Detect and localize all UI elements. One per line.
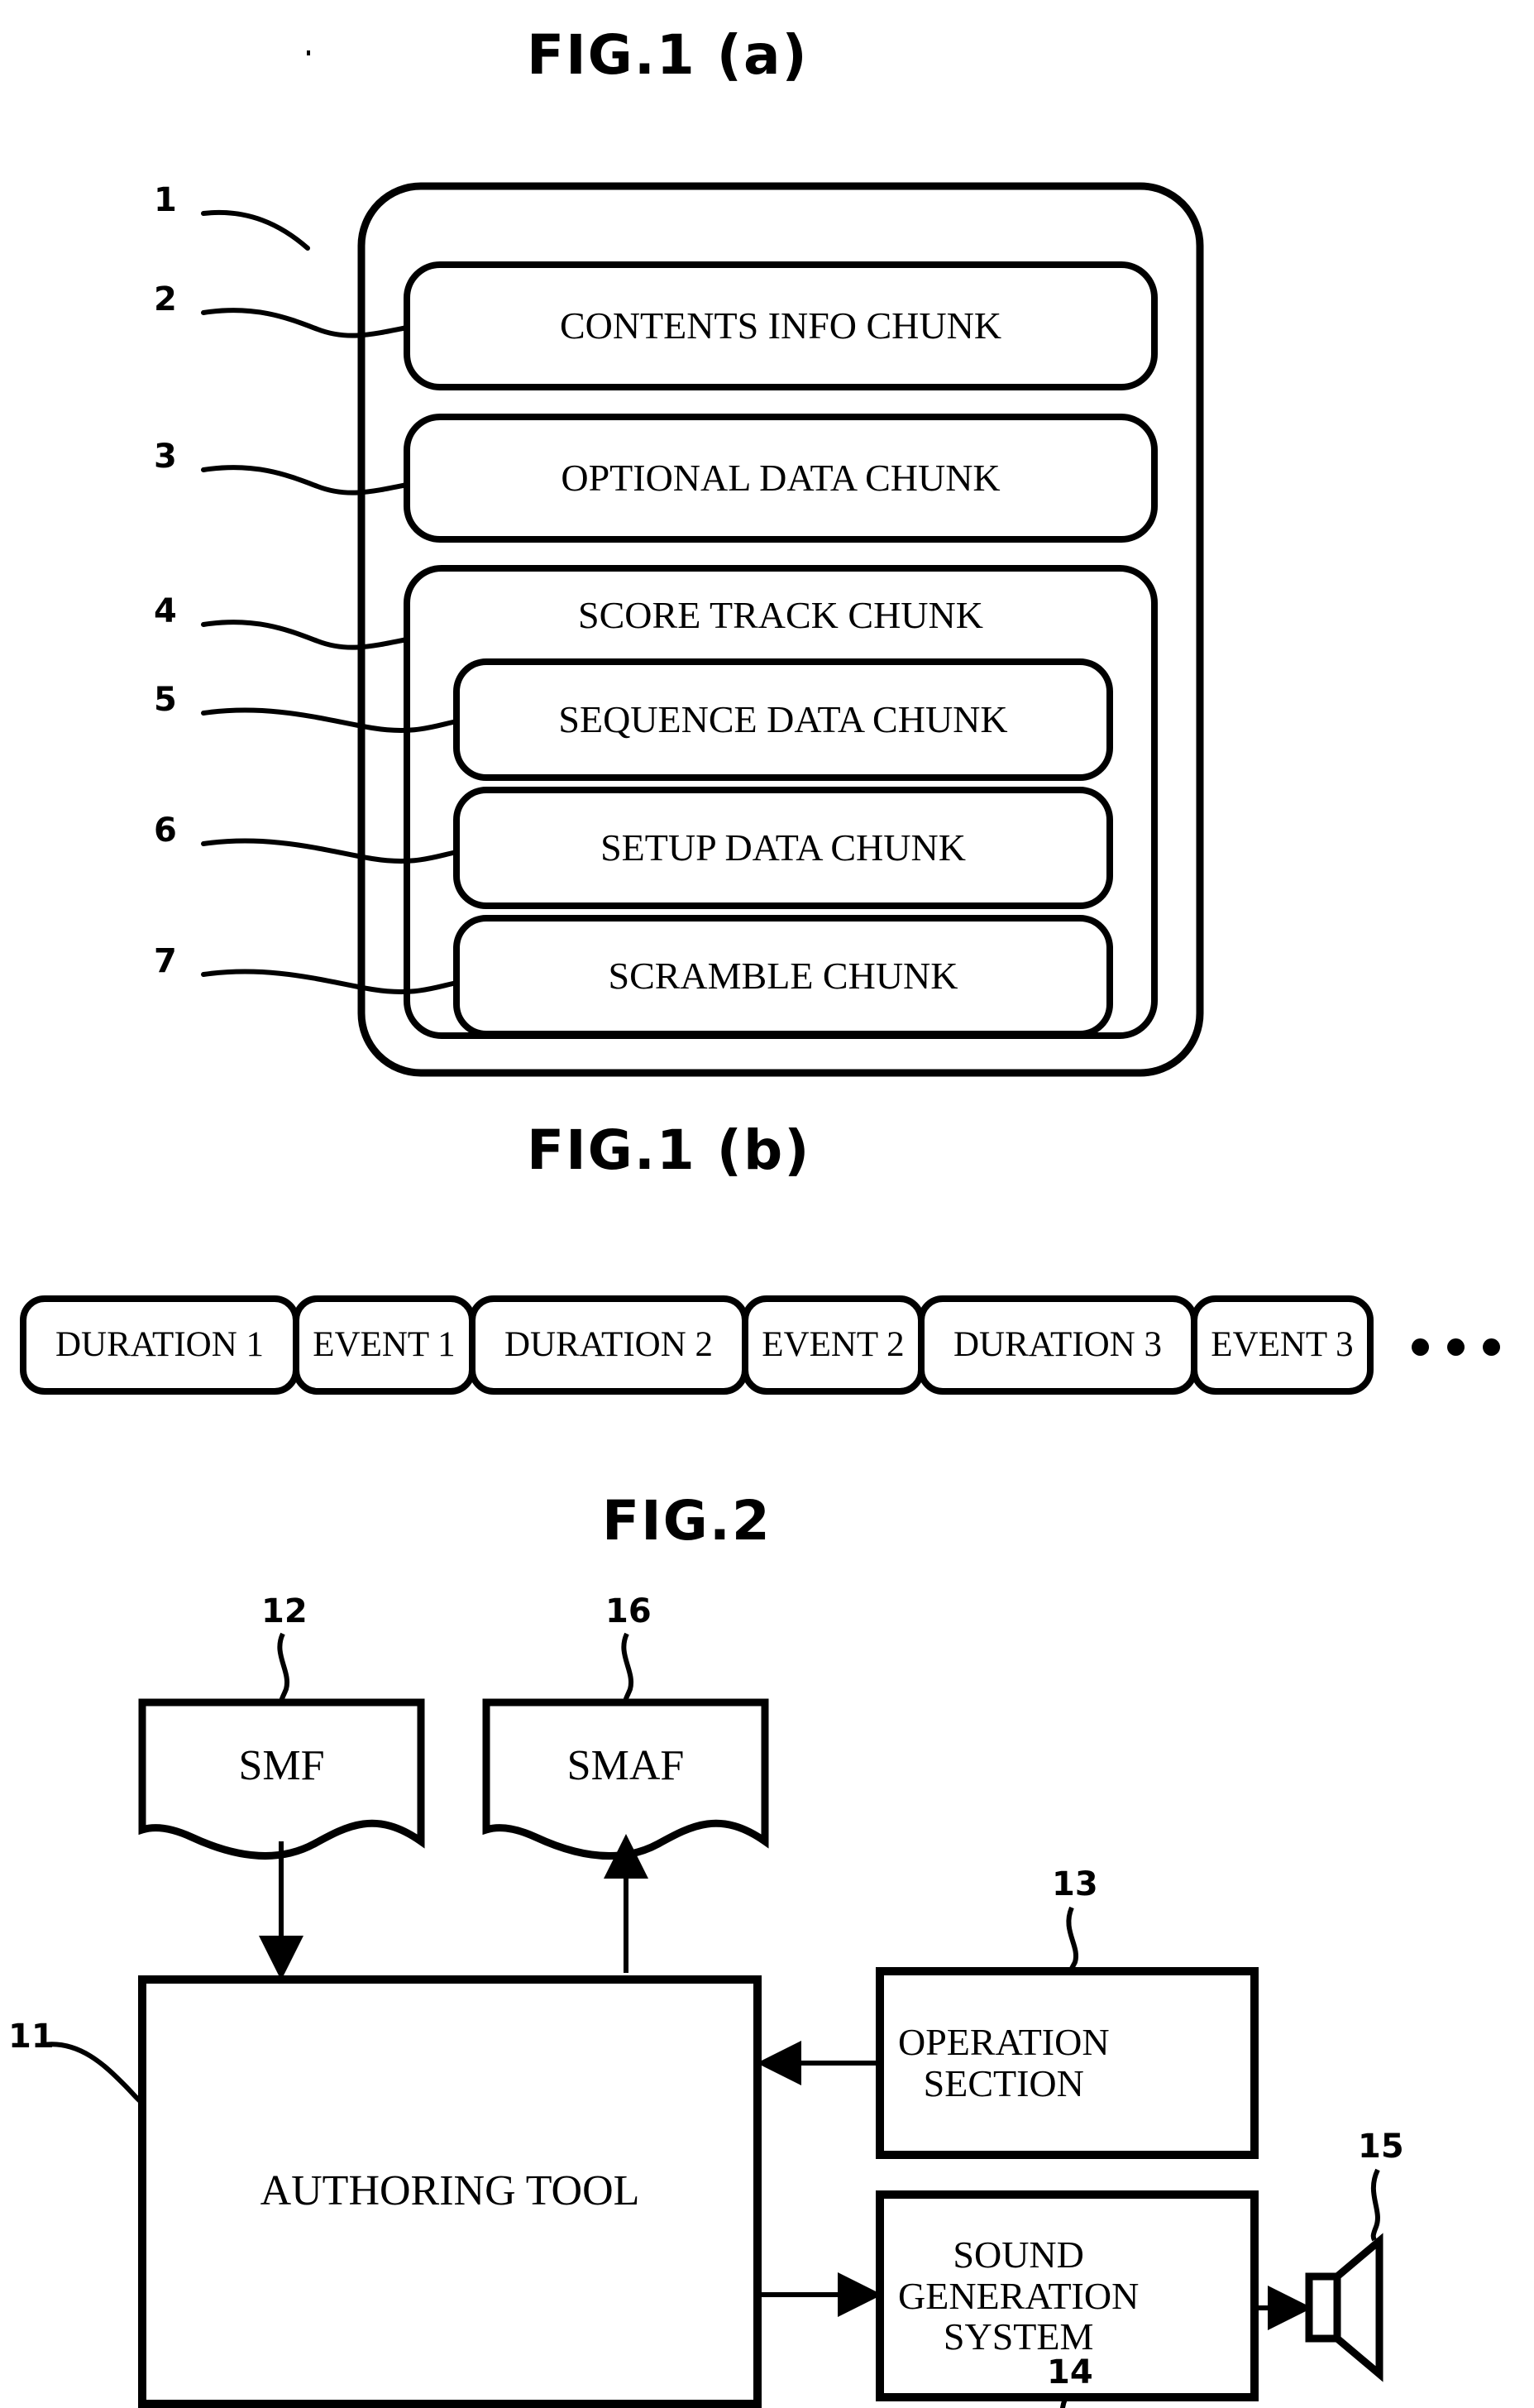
- node-sound-generation-system-label: SOUND GENERATION SYSTEM: [898, 2233, 1140, 2358]
- node-operation-section-label: OPERATION SECTION: [898, 2021, 1110, 2104]
- ref-label-12: 12: [261, 1592, 308, 1630]
- ref-label-16: 16: [605, 1592, 652, 1630]
- ref-label-15: 15: [1358, 2128, 1404, 2166]
- node-smf-label: SMF: [238, 1741, 325, 1789]
- ref-label-11: 11: [8, 2018, 55, 2056]
- ref-label-13: 13: [1052, 1865, 1098, 1903]
- node-authoring-tool-label: AUTHORING TOOL: [260, 2167, 640, 2215]
- node-smaf-label: SMAF: [566, 1741, 685, 1789]
